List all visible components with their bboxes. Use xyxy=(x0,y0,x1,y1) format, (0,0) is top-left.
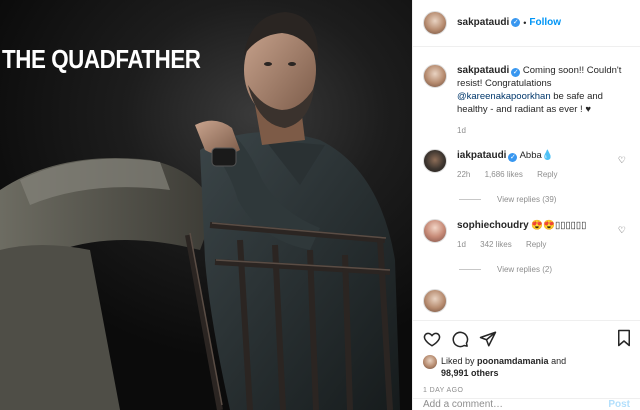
replies-divider-line xyxy=(459,198,481,200)
comment-item-partial xyxy=(423,288,632,313)
author-avatar[interactable] xyxy=(423,10,447,35)
save-bookmark-icon[interactable] xyxy=(616,329,632,347)
add-comment-bar: Post xyxy=(413,398,640,410)
post-photo[interactable]: THE QUADFATHER xyxy=(0,0,412,410)
reply-button[interactable]: Reply xyxy=(526,240,546,249)
comment-username[interactable]: iakpataudi xyxy=(457,150,506,161)
liked-by-user-link[interactable]: poonamdamania xyxy=(477,356,549,366)
replies-divider-line xyxy=(459,268,481,270)
comment-item: iakpataudi ✓ Abba💧 22h 1,686 likes Reply xyxy=(423,148,632,181)
comment-text: Abba💧 xyxy=(519,149,554,161)
comment-time: 1d xyxy=(457,239,466,249)
comment-time: 22h xyxy=(457,169,471,179)
comment-bubble-icon[interactable] xyxy=(451,330,469,348)
comment-text: 😍😍▯▯▯▯▯▯ xyxy=(531,219,587,231)
caption-username[interactable]: sakpataudi xyxy=(457,65,509,76)
liker-avatar[interactable] xyxy=(423,355,437,370)
verified-badge-icon: ✓ xyxy=(511,18,521,28)
comment-like-heart-icon[interactable]: ♡ xyxy=(618,225,626,236)
liked-by-prefix: Liked by xyxy=(441,356,475,367)
post-timestamp[interactable]: 1 DAY AGO xyxy=(423,387,630,394)
comment-avatar[interactable] xyxy=(423,148,447,173)
view-replies-label: View replies (39) xyxy=(497,194,557,204)
view-replies-button[interactable]: View replies (2) xyxy=(459,265,552,274)
post-comment-button[interactable]: Post xyxy=(608,399,630,410)
liked-by-and: and xyxy=(551,356,567,367)
post-actions: Liked by poonamdamania and 98,991 others… xyxy=(413,320,640,398)
others-likes-link[interactable]: 98,991 others xyxy=(441,368,499,378)
comment-avatar[interactable] xyxy=(423,288,447,313)
comment-likes[interactable]: 1,686 likes xyxy=(485,170,523,179)
caption-entry: sakpataudi ✓ Coming soon!! Couldn't resis… xyxy=(423,63,632,137)
likes-summary: Liked by poonamdamania and 98,991 others xyxy=(423,355,630,379)
verified-badge-icon: ✓ xyxy=(508,152,518,162)
comment-like-heart-icon[interactable]: ♡ xyxy=(618,155,626,166)
comment-avatar[interactable] xyxy=(423,218,447,243)
view-replies-button[interactable]: View replies (39) xyxy=(459,195,556,204)
post-side-panel: sakpataudi ✓ • Follow sakpataudi ✓ Coming… xyxy=(412,0,640,410)
reply-button[interactable]: Reply xyxy=(537,170,557,179)
author-username[interactable]: sakpataudi xyxy=(457,17,509,28)
verified-badge-icon: ✓ xyxy=(511,67,521,77)
comment-item: sophiechoudry 😍😍▯▯▯▯▯▯ 1d 342 likes Repl… xyxy=(423,218,632,251)
instagram-post: THE QUADFATHER sakpataudi ✓ • Follow sak… xyxy=(0,0,640,410)
comment-input[interactable] xyxy=(423,399,593,410)
comments-section[interactable]: sakpataudi ✓ Coming soon!! Couldn't resis… xyxy=(413,47,640,321)
photo-overlay-text: THE QUADFATHER xyxy=(2,44,201,74)
like-heart-icon[interactable] xyxy=(423,330,441,348)
caption-mention-link[interactable]: @kareenakapoorkhan xyxy=(457,91,551,102)
comment-likes[interactable]: 342 likes xyxy=(480,240,512,249)
caption-author-avatar[interactable] xyxy=(423,63,447,88)
post-header: sakpataudi ✓ • Follow xyxy=(413,0,640,47)
share-paper-plane-icon[interactable] xyxy=(479,330,497,348)
caption-time: 1d xyxy=(457,125,466,135)
view-replies-label: View replies (2) xyxy=(497,264,552,274)
comment-username[interactable]: sophiechoudry xyxy=(457,220,529,231)
header-separator: • xyxy=(523,17,527,28)
follow-button[interactable]: Follow xyxy=(529,17,561,28)
